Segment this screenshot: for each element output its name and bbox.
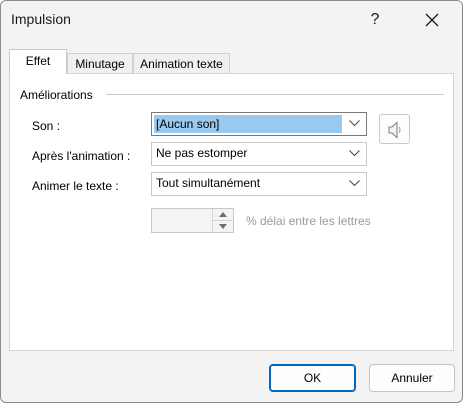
animate-text-label: Animer le texte : <box>32 179 119 193</box>
chevron-down-icon <box>349 150 360 157</box>
caret-up-icon <box>219 212 227 217</box>
help-button[interactable]: ? <box>363 9 387 31</box>
after-animation-dropdown-button[interactable] <box>344 143 366 165</box>
close-icon <box>425 13 439 27</box>
chevron-down-icon <box>349 120 360 127</box>
tab-animation-texte[interactable]: Animation texte <box>133 53 230 73</box>
spin-buttons <box>212 209 233 232</box>
after-animation-label: Après l'animation : <box>32 149 131 163</box>
sound-preview-button[interactable] <box>379 114 410 144</box>
sound-dropdown-button[interactable] <box>344 113 366 135</box>
caret-down-icon <box>219 224 227 229</box>
after-animation-value: Ne pas estomper <box>156 146 248 160</box>
tab-minutage[interactable]: Minutage <box>67 53 133 73</box>
letter-delay-spinbox[interactable] <box>151 208 234 233</box>
title-bar: Impulsion ? <box>1 1 462 39</box>
tab-effet[interactable]: Effet <box>9 49 67 74</box>
animate-text-value: Tout simultanément <box>156 176 261 190</box>
close-button[interactable] <box>420 9 444 31</box>
dialog-title: Impulsion <box>11 11 71 27</box>
group-label-ameliorations: Améliorations <box>20 88 93 102</box>
chevron-down-icon <box>349 180 360 187</box>
speaker-icon <box>388 121 401 139</box>
ok-button[interactable]: OK <box>269 364 356 392</box>
animate-text-select[interactable]: Tout simultanément <box>151 172 367 196</box>
sound-select-value: [Aucun son] <box>154 115 342 133</box>
spin-up-button[interactable] <box>213 209 233 221</box>
animate-text-dropdown-button[interactable] <box>344 173 366 195</box>
group-divider <box>106 94 444 95</box>
sound-select[interactable]: [Aucun son] <box>151 112 367 136</box>
dialog-window: Impulsion ? Effet Minutage Animation tex… <box>0 0 463 403</box>
spin-down-button[interactable] <box>213 221 233 232</box>
after-animation-select[interactable]: Ne pas estomper <box>151 142 367 166</box>
letter-delay-label: % délai entre les lettres <box>246 214 371 228</box>
cancel-button[interactable]: Annuler <box>369 364 455 392</box>
sound-label: Son : <box>32 119 61 133</box>
tab-panel: Améliorations Son : [Aucun son] Après l'… <box>9 73 454 351</box>
